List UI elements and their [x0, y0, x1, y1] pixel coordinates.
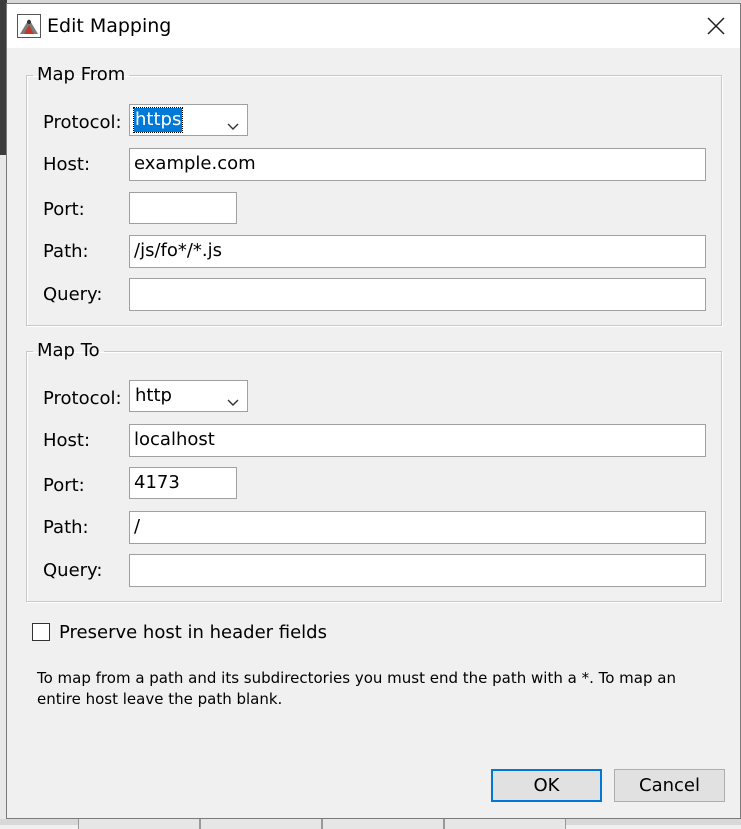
- from-port-label: Port:: [43, 199, 85, 220]
- edit-mapping-dialog: Edit Mapping Map From Protocol: https Ho…: [6, 3, 741, 819]
- from-port-input[interactable]: [129, 192, 237, 224]
- to-host-input[interactable]: localhost: [129, 424, 706, 457]
- to-path-label: Path:: [43, 517, 89, 538]
- preserve-host-checkbox[interactable]: [32, 623, 50, 641]
- to-path-input[interactable]: /: [129, 511, 706, 544]
- cancel-button[interactable]: Cancel: [614, 769, 725, 802]
- from-path-input[interactable]: /js/fo*/*.js: [129, 235, 706, 268]
- to-port-label: Port:: [43, 475, 85, 496]
- from-path-label: Path:: [43, 241, 89, 262]
- from-protocol-select[interactable]: https: [129, 104, 248, 136]
- to-host-label: Host:: [43, 430, 91, 451]
- from-query-label: Query:: [43, 284, 103, 305]
- help-text: To map from a path and its subdirectorie…: [37, 669, 676, 708]
- to-protocol-label: Protocol:: [43, 388, 122, 409]
- from-host-label: Host:: [43, 154, 91, 175]
- to-port-input[interactable]: 4173: [129, 467, 237, 499]
- chevron-down-icon: [227, 391, 239, 412]
- background-button: [322, 818, 444, 829]
- from-host-input[interactable]: example.com: [129, 148, 706, 181]
- map-to-legend: Map To: [37, 340, 100, 361]
- background-button: [444, 818, 566, 829]
- chevron-down-icon: [227, 115, 239, 136]
- from-query-input[interactable]: [129, 278, 706, 311]
- to-query-label: Query:: [43, 560, 103, 581]
- dialog-title: Edit Mapping: [47, 15, 172, 37]
- from-protocol-value: https: [132, 107, 184, 133]
- to-protocol-select[interactable]: http: [129, 380, 248, 412]
- app-icon: [17, 14, 41, 38]
- background-button: [200, 818, 322, 829]
- title-bar[interactable]: Edit Mapping: [7, 4, 740, 48]
- to-protocol-value: http: [135, 385, 172, 406]
- to-query-input[interactable]: [129, 554, 706, 587]
- ok-button[interactable]: OK: [491, 769, 602, 802]
- from-protocol-label: Protocol:: [43, 112, 122, 133]
- background-button: [78, 818, 200, 829]
- preserve-host-label[interactable]: Preserve host in header fields: [59, 622, 327, 644]
- close-icon[interactable]: [702, 12, 730, 40]
- map-from-legend: Map From: [37, 64, 126, 85]
